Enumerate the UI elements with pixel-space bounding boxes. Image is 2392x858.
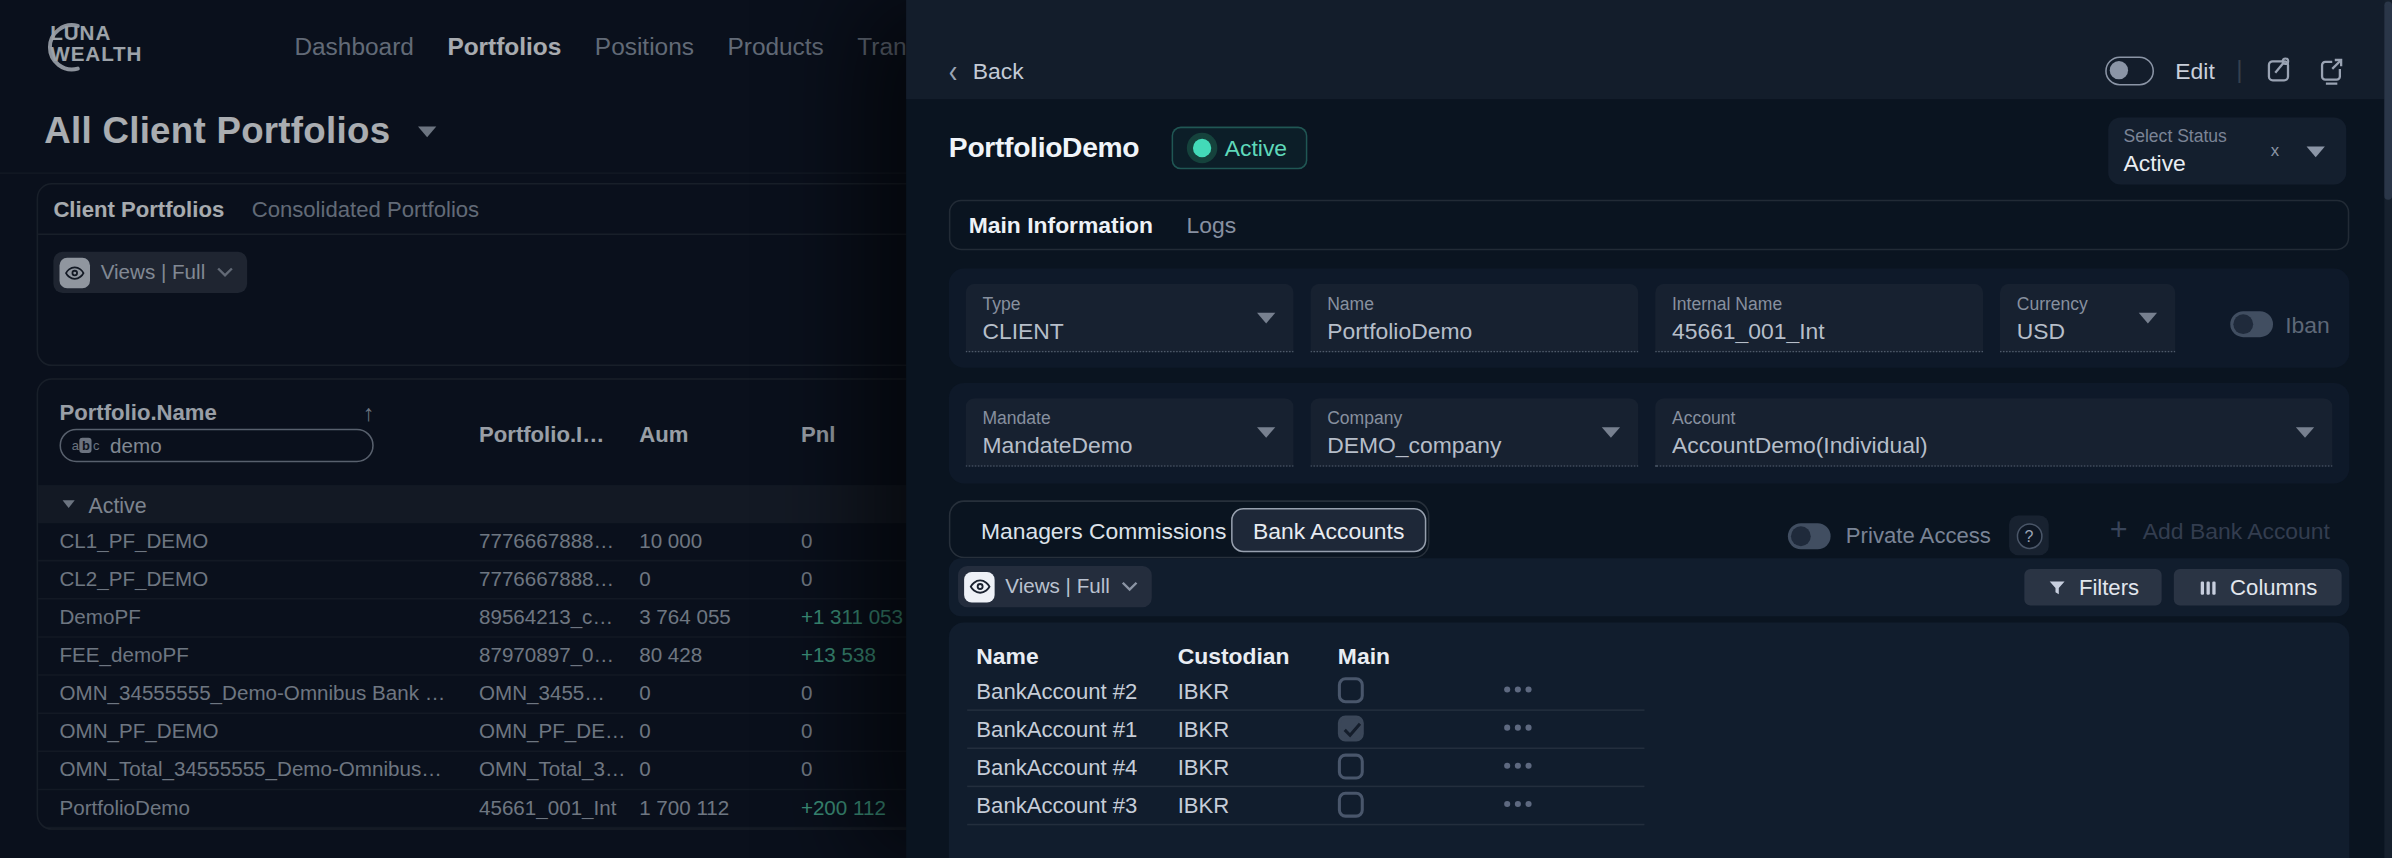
main-checkbox[interactable] [1338,792,1364,818]
field-label: Account [1672,409,2317,427]
drawer-body: PortfolioDemo Active Select Status Activ… [906,99,2392,858]
back-button[interactable]: ‹ Back [949,41,1024,99]
row-menu-icon[interactable] [1504,725,1531,731]
separator: | [2236,56,2242,83]
field-value: 45661_001_Int [1672,317,1968,343]
field-company[interactable]: Company DEMO_company [1310,398,1638,467]
eye-icon [964,571,995,602]
private-access-toggle[interactable] [1788,522,1831,548]
field-internal-name[interactable]: Internal Name 45661_001_Int [1655,284,1983,353]
field-currency[interactable]: CurrencyUSD [2000,284,2175,353]
main-checkbox[interactable] [1338,677,1364,703]
form-section-1: Type CLIENT Name PortfolioDemo Internal Name… [949,268,2349,367]
field-label: Name [1327,294,1623,312]
funnel-icon [2047,577,2067,597]
scrollbar[interactable] [2384,0,2392,858]
field-account[interactable]: Account AccountDemo(Individual) [1655,398,2332,467]
bank-name: BankAccount #2 [976,679,1137,703]
field-value: PortfolioDemo [1327,317,1623,343]
form-section-2: Mandate MandateDemo Company DEMO_company Acc… [949,383,2349,484]
iban-toggle[interactable] [2230,311,2273,337]
drawer-tab-main-information[interactable]: Main Information [969,212,1153,238]
status-dot-icon [1193,138,1211,156]
screen: LUNA WEALTH DashboardPortfoliosPositions… [0,0,2392,858]
field-type[interactable]: Type CLIENT [966,284,1294,353]
drawer-tabs: Main Information Logs [949,200,2349,250]
subtabs: Managers Commissions Bank Accounts [949,500,1430,558]
bank-rows: BankAccount #2IBKRBankAccount #1IBKRBank… [949,673,2349,826]
main-checkbox[interactable] [1338,754,1364,780]
dropdown-caret-icon [1602,427,1620,438]
field-label: Mandate [982,409,1278,427]
toggle-knob [1791,526,1811,546]
bank-name: BankAccount #3 [976,793,1137,817]
bank-account-row[interactable]: BankAccount #1 IBKR [949,711,2349,749]
add-bank-account-button[interactable]: + Add Bank Account [2110,513,2330,548]
bank-custodian: IBKR [1178,679,1230,703]
bank-custodian: IBKR [1178,755,1230,779]
toggle-knob [2110,60,2128,78]
edit-label: Edit [2175,57,2214,83]
toggle-knob [2233,314,2253,334]
bank-custodian: IBKR [1178,717,1230,741]
field-value: AccountDemo(Individual) [1672,432,2317,458]
copy-link-icon[interactable] [2264,55,2295,86]
row-menu-icon[interactable] [1504,801,1531,807]
column-header-name[interactable]: Name [976,642,1038,668]
tab-managers-commissions[interactable]: Managers Commissions [981,517,1226,543]
drawer-topbar: ‹ Back Edit | [906,0,2392,99]
bank-name: BankAccount #1 [976,717,1137,741]
dropdown-caret-icon [1257,313,1275,324]
chevron-left-icon: ‹ [949,53,958,87]
columns-button[interactable]: Columns [2174,569,2342,606]
drawer-title: PortfolioDemo [949,130,1139,164]
tab-bank-accounts[interactable]: Bank Accounts [1231,508,1426,552]
edit-toggle[interactable] [2105,56,2154,85]
dropdown-caret-icon [2139,313,2157,324]
row-menu-icon[interactable] [1504,686,1531,692]
row-menu-icon[interactable] [1504,763,1531,769]
filters-button[interactable]: Filters [2024,569,2161,606]
clear-icon[interactable]: x [2271,140,2279,158]
dropdown-caret-icon [1257,427,1275,438]
columns-icon [2198,577,2218,597]
bank-accounts-table: Name Custodian Main BankAccount #2IBKRBa… [949,622,2349,858]
field-name[interactable]: Name PortfolioDemo [1310,284,1638,353]
views-dropdown[interactable]: Views | Full [958,566,1151,607]
field-value: CLIENT [982,317,1278,343]
help-icon[interactable]: ? [2009,516,2049,556]
table-toolbar: Views | Full Filters Columns [949,558,2349,616]
app: LUNA WEALTH DashboardPortfoliosPositions… [0,0,2392,858]
column-header-custodian[interactable]: Custodian [1178,642,1290,668]
field-value: DEMO_company [1327,432,1623,458]
open-external-icon[interactable] [2316,55,2347,86]
private-access-label: Private Access [1846,523,1991,547]
field-value: MandateDemo [982,432,1278,458]
drawer-tab-logs[interactable]: Logs [1187,212,1237,238]
main-checkbox[interactable] [1338,715,1364,741]
dropdown-caret-icon [2296,427,2314,438]
portfolio-detail-drawer: ‹ Back Edit | PortfolioDemo Active Selec… [906,0,2392,858]
field-label: Internal Name [1672,294,1968,312]
bank-custodian: IBKR [1178,793,1230,817]
field-mandate[interactable]: Mandate MandateDemo [966,398,1294,467]
views-label: Views | Full [1005,575,1110,598]
column-header-main[interactable]: Main [1338,642,1390,668]
chevron-down-icon [1121,581,1138,592]
field-label: Type [982,294,1278,312]
dropdown-caret-icon[interactable] [2307,146,2325,157]
bank-name: BankAccount #4 [976,755,1137,779]
bank-account-row[interactable]: BankAccount #4 IBKR [949,749,2349,787]
iban-label: Iban [2285,311,2330,337]
status-select[interactable]: Select Status Active x [2108,117,2346,184]
bank-account-row[interactable]: BankAccount #3 IBKR [949,787,2349,825]
field-label: Company [1327,409,1623,427]
status-badge: Active [1171,126,1307,169]
bank-account-row[interactable]: BankAccount #2 IBKR [949,673,2349,711]
plus-icon: + [2110,513,2128,548]
field-label: Currency [2017,294,2160,312]
scrollbar-thumb[interactable] [2384,2,2392,200]
